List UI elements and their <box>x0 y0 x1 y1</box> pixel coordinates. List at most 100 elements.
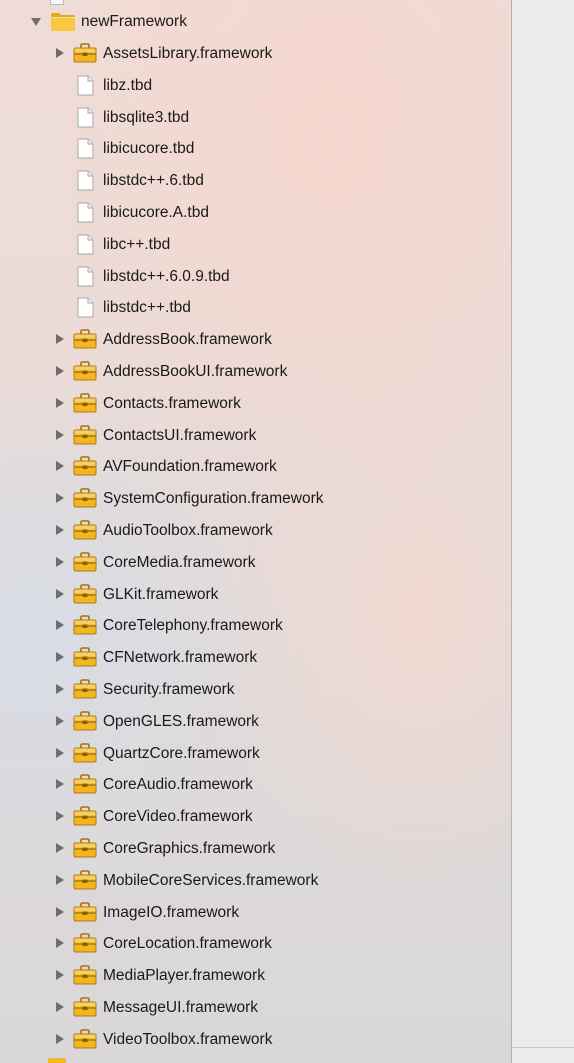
disclosure-triangle-right-icon[interactable] <box>56 779 64 790</box>
toolbox-icon <box>73 774 97 799</box>
partial-folder-icon <box>48 1058 66 1063</box>
navigator-row[interactable]: CoreTelephony.framework <box>0 610 511 641</box>
toolbox-icon <box>73 615 97 640</box>
partial-file-icon <box>50 0 64 5</box>
navigator-row[interactable]: CoreAudio.framework <box>0 769 511 800</box>
navigator-row[interactable]: Security.framework <box>0 674 511 705</box>
navigator-row[interactable]: QuartzCore.framework <box>0 738 511 769</box>
disclosure-triangle-right-icon[interactable] <box>56 525 64 535</box>
navigator-row[interactable]: ImageIO.framework <box>0 897 511 928</box>
disclosure-triangle-right-icon[interactable] <box>56 556 64 567</box>
project-navigator: newFramework AssetsLibrary.framework libz… <box>0 0 511 1063</box>
disclosure-triangle-right-icon[interactable] <box>56 906 64 917</box>
toolbox-icon <box>73 647 97 672</box>
navigator-row-label: CoreMedia.framework <box>103 553 256 571</box>
group-label: newFramework <box>81 13 187 30</box>
toolbox-icon <box>73 901 97 927</box>
navigator-row-label: MessageUI.framework <box>103 999 259 1016</box>
navigator-row[interactable]: OpenGLES.framework <box>0 706 511 737</box>
navigator-row[interactable]: VideoToolbox.framework <box>0 1024 511 1055</box>
toolbox-icon <box>73 583 97 609</box>
navigator-row[interactable]: Contacts.framework <box>0 388 511 419</box>
disclosure-triangle-right-icon[interactable] <box>56 874 64 885</box>
disclosure-triangle-right-icon[interactable] <box>56 461 64 472</box>
disclosure-triangle-right-icon[interactable] <box>56 1033 64 1044</box>
navigator-row[interactable]: MediaPlayer.framework <box>0 960 511 991</box>
navigator-row[interactable]: libicucore.tbd <box>0 133 511 164</box>
navigator-row[interactable]: libstdc++.6.0.9.tbd <box>0 261 511 292</box>
navigator-row[interactable]: libz.tbd <box>0 70 511 101</box>
toolbox-icon <box>73 520 97 545</box>
navigator-row[interactable]: CFNetwork.framework <box>0 642 511 673</box>
toolbox-icon <box>73 424 97 450</box>
disclosure-triangle-right-icon[interactable] <box>56 397 64 408</box>
document-icon <box>77 107 94 133</box>
disclosure-triangle-right-icon[interactable] <box>56 747 64 758</box>
navigator-row-label: Security.framework <box>103 681 235 698</box>
navigator-row-label: CoreVideo.framework <box>103 808 253 826</box>
navigator-row-label: libicucore.A.tbd <box>103 204 209 221</box>
navigator-row-label: MobileCoreServices.framework <box>103 871 319 889</box>
disclosure-triangle-right-icon[interactable] <box>56 588 64 599</box>
editor-divider-line <box>512 1047 574 1048</box>
disclosure-triangle-right-icon[interactable] <box>56 1002 64 1012</box>
navigator-row-label: ImageIO.framework <box>103 903 240 921</box>
navigator-row[interactable]: AddressBook.framework <box>0 324 511 355</box>
group-row-newframework[interactable]: newFramework <box>0 6 511 37</box>
navigator-row[interactable]: SystemConfiguration.framework <box>0 483 511 514</box>
toolbox-icon <box>73 456 97 481</box>
toolbox-icon <box>73 997 97 1022</box>
navigator-row[interactable]: libstdc++.6.tbd <box>0 165 511 196</box>
navigator-row[interactable]: AddressBookUI.framework <box>0 356 511 387</box>
toolbox-icon <box>73 551 97 577</box>
folder-icon <box>50 11 76 37</box>
navigator-row[interactable]: MessageUI.framework <box>0 992 511 1023</box>
navigator-row-label: libstdc++.6.0.9.tbd <box>103 267 230 285</box>
navigator-row-label: MediaPlayer.framework <box>103 967 265 985</box>
document-icon <box>77 297 94 323</box>
navigator-row[interactable]: AVFoundation.framework <box>0 451 511 482</box>
navigator-row-label: AudioToolbox.framework <box>103 522 273 539</box>
navigator-row[interactable]: MobileCoreServices.framework <box>0 865 511 896</box>
navigator-row[interactable]: CoreLocation.framework <box>0 928 511 959</box>
navigator-row-label: libz.tbd <box>103 76 153 94</box>
toolbox-icon <box>73 742 97 768</box>
navigator-row-label: libstdc++.6.tbd <box>103 172 204 190</box>
navigator-row[interactable]: libc++.tbd <box>0 229 511 260</box>
navigator-row[interactable]: CoreGraphics.framework <box>0 833 511 864</box>
navigator-row[interactable]: AudioToolbox.framework <box>0 515 511 546</box>
disclosure-triangle-right-icon[interactable] <box>56 493 64 504</box>
disclosure-triangle-right-icon[interactable] <box>56 429 64 440</box>
disclosure-triangle-right-icon[interactable] <box>56 938 64 949</box>
navigator-row-label: QuartzCore.framework <box>103 744 260 762</box>
disclosure-triangle-down-icon[interactable] <box>31 18 41 26</box>
navigator-row[interactable]: libstdc++.tbd <box>0 292 511 323</box>
disclosure-triangle-right-icon[interactable] <box>56 843 64 853</box>
disclosure-triangle-right-icon[interactable] <box>56 48 64 58</box>
disclosure-triangle-right-icon[interactable] <box>56 715 64 726</box>
disclosure-triangle-right-icon[interactable] <box>56 970 64 981</box>
toolbox-icon <box>73 965 97 990</box>
navigator-row[interactable]: ContactsUI.framework <box>0 420 511 451</box>
navigator-row[interactable]: CoreVideo.framework <box>0 801 511 832</box>
disclosure-triangle-right-icon[interactable] <box>56 684 64 694</box>
disclosure-triangle-right-icon[interactable] <box>56 334 64 345</box>
navigator-row-label: CoreAudio.framework <box>103 776 253 794</box>
toolbox-icon <box>73 329 97 354</box>
toolbox-icon <box>73 933 97 958</box>
navigator-row[interactable]: CoreMedia.framework <box>0 547 511 578</box>
toolbox-icon <box>73 710 97 736</box>
toolbox-icon <box>73 392 97 418</box>
disclosure-triangle-right-icon[interactable] <box>56 652 64 663</box>
navigator-row-label: ContactsUI.framework <box>103 426 257 444</box>
disclosure-triangle-right-icon[interactable] <box>56 366 64 376</box>
disclosure-triangle-right-icon[interactable] <box>56 811 64 822</box>
navigator-row-label: Contacts.framework <box>103 394 241 412</box>
navigator-row[interactable]: AssetsLibrary.framework <box>0 38 511 69</box>
navigator-row[interactable]: GLKit.framework <box>0 579 511 610</box>
navigator-row[interactable]: libsqlite3.tbd <box>0 102 511 133</box>
navigator-row[interactable]: libicucore.A.tbd <box>0 197 511 228</box>
disclosure-triangle-right-icon[interactable] <box>56 620 64 631</box>
toolbox-icon <box>73 806 97 831</box>
navigator-row-label: SystemConfiguration.framework <box>103 490 324 508</box>
